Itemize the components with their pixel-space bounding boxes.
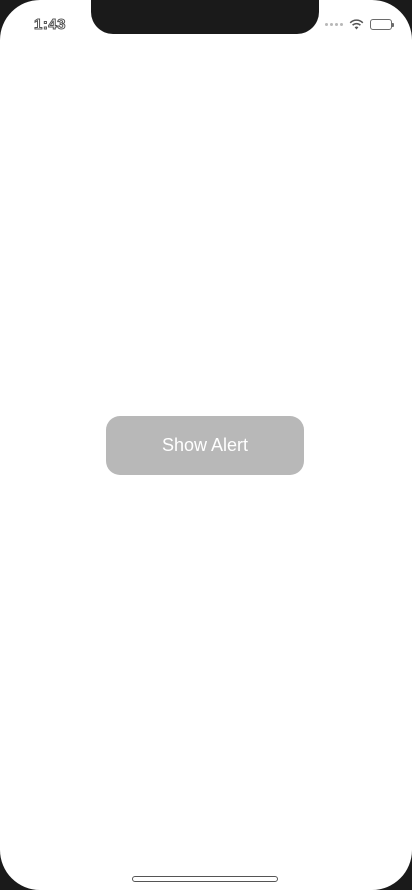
device-frame: 1:43 Show Alert (0, 0, 412, 890)
app-screen: 1:43 Show Alert (0, 0, 412, 890)
home-indicator[interactable] (132, 876, 278, 882)
battery-icon (370, 18, 394, 30)
show-alert-button[interactable]: Show Alert (106, 416, 304, 475)
status-icons (325, 17, 394, 31)
wifi-icon (349, 18, 364, 30)
cellular-signal-icon (325, 22, 343, 26)
device-notch (91, 0, 319, 34)
status-time: 1:43 (33, 16, 67, 34)
